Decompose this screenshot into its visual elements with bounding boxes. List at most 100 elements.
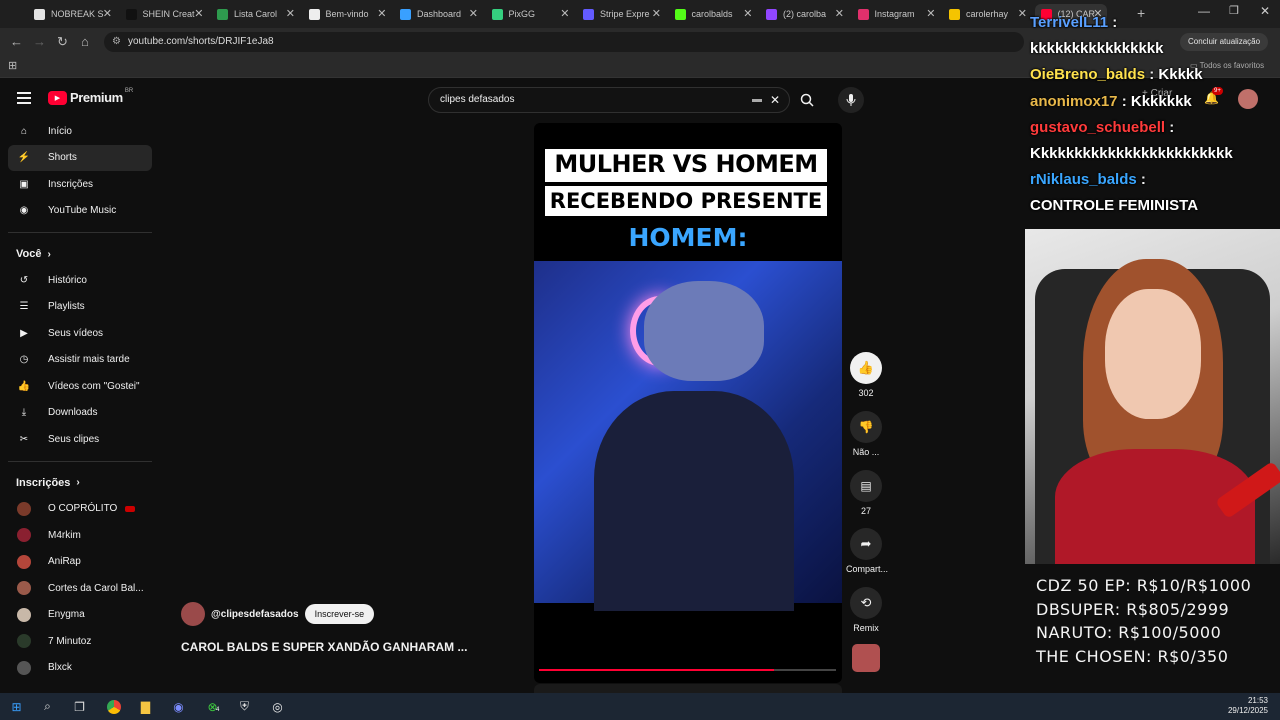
sidebar-item-seus-v-deos[interactable]: ▶ Seus vídeos bbox=[0, 320, 160, 347]
clear-search-icon[interactable]: ✕ bbox=[770, 88, 780, 112]
sidebar-item-v-deos-com-gostei-[interactable]: 👍 Vídeos com "Gostei" bbox=[0, 373, 160, 400]
remix-button[interactable]: ⟲ Remix bbox=[846, 587, 886, 633]
subscription-item[interactable]: AniRap bbox=[0, 549, 160, 576]
subscription-item[interactable]: O COPRÓLITO bbox=[0, 496, 160, 523]
search-input[interactable]: clipes defasados ▬ ✕ bbox=[428, 87, 790, 113]
subscription-item[interactable]: Cortes da Carol Bal... bbox=[0, 575, 160, 602]
channel-handle[interactable]: @clipesdefasados bbox=[211, 609, 299, 620]
browser-tab[interactable]: carolerhay ✕ bbox=[943, 4, 1031, 24]
subscription-item[interactable]: Enygma bbox=[0, 602, 160, 629]
reload-icon[interactable]: ↻ bbox=[57, 34, 68, 50]
close-tab-icon[interactable]: ✕ bbox=[926, 7, 935, 20]
you-section-heading[interactable]: Você › bbox=[0, 241, 160, 267]
url-text: youtube.com/shorts/DRJIF1eJa8 bbox=[128, 36, 274, 47]
task-view-icon[interactable]: ❐ bbox=[71, 698, 88, 715]
sidebar-item-hist-rico[interactable]: ↺ Histórico bbox=[0, 267, 160, 294]
video-progress-bar[interactable] bbox=[539, 669, 836, 671]
like-button[interactable]: 👍 302 bbox=[846, 352, 886, 398]
clips-icon: ✂ bbox=[19, 433, 29, 445]
you-heading-label: Você bbox=[16, 248, 42, 260]
sidebar-item-seus-clipes[interactable]: ✂ Seus clipes bbox=[0, 426, 160, 453]
windows-start-icon[interactable]: ⊞ bbox=[8, 698, 25, 715]
close-tab-icon[interactable]: ✕ bbox=[560, 7, 569, 20]
close-tab-icon[interactable]: ✕ bbox=[377, 7, 386, 20]
defender-icon[interactable]: ⛨ bbox=[236, 698, 253, 715]
close-tab-icon[interactable]: ✕ bbox=[286, 7, 295, 20]
browser-tab[interactable]: SHEIN Creat ✕ bbox=[120, 4, 208, 24]
short-title[interactable]: CAROL BALDS E SUPER XANDÃO GANHARAM ... bbox=[181, 640, 467, 654]
tab-favicon-icon bbox=[34, 8, 45, 20]
tab-favicon-icon bbox=[217, 8, 228, 20]
channel-avatar[interactable] bbox=[181, 602, 205, 626]
person-figure bbox=[644, 281, 764, 381]
webcam-overlay bbox=[1025, 229, 1280, 564]
browser-tab[interactable]: Lista Carol ✕ bbox=[211, 4, 299, 24]
share-button[interactable]: ➦ Compart... bbox=[846, 528, 888, 574]
chat-text: Kkkkkkkkkkkkkkkkkkkkkkkk bbox=[1030, 144, 1233, 162]
sidebar-item-downloads[interactable]: ⤓ Downloads bbox=[0, 400, 160, 427]
browser-tab[interactable]: NOBREAK S ✕ bbox=[28, 4, 116, 24]
keyboard-icon[interactable]: ▬ bbox=[752, 88, 762, 112]
address-bar[interactable]: ⚙ youtube.com/shorts/DRJIF1eJa8 bbox=[104, 32, 1024, 52]
sidebar-item-youtube-music[interactable]: ◉ YouTube Music bbox=[0, 198, 160, 225]
tab-favicon-icon bbox=[857, 8, 869, 20]
forward-icon[interactable]: → bbox=[33, 34, 46, 49]
browser-tab[interactable]: PixGG ✕ bbox=[486, 4, 574, 24]
file-explorer-icon[interactable]: ▇ bbox=[137, 698, 154, 715]
audio-thumbnail[interactable] bbox=[852, 644, 880, 672]
sidebar-item-shorts[interactable]: ⚡ Shorts bbox=[8, 144, 152, 171]
browser-tab[interactable]: Stripe Expre ✕ bbox=[577, 4, 665, 24]
browser-tab[interactable]: (2) carolba ✕ bbox=[760, 4, 848, 24]
channel-avatar bbox=[17, 634, 31, 649]
dislike-button[interactable]: 👎 Não ... bbox=[846, 411, 886, 457]
sidebar-item-assistir-mais-tarde[interactable]: ◷ Assistir mais tarde bbox=[0, 347, 160, 374]
close-tab-icon[interactable]: ✕ bbox=[469, 7, 478, 20]
tab-title: carolerhay bbox=[966, 9, 1009, 19]
search-button[interactable] bbox=[790, 87, 824, 113]
discord-icon[interactable]: ◉ bbox=[170, 698, 187, 715]
apps-icon[interactable]: ⊞ bbox=[8, 59, 17, 72]
subscriptions-section-heading[interactable]: Inscrições › bbox=[0, 470, 160, 496]
taskbar-search-icon[interactable]: ⌕ bbox=[39, 698, 56, 715]
xbox-icon[interactable]: ⊗ 4 bbox=[204, 698, 221, 715]
video-title-line2: RECEBENDO PRESENTE bbox=[545, 186, 827, 216]
subscription-label: M4rkim bbox=[48, 529, 81, 541]
browser-tab[interactable]: Dashboard ✕ bbox=[394, 4, 482, 24]
tab-title: SHEIN Creat bbox=[142, 9, 195, 19]
site-info-icon[interactable]: ⚙ bbox=[112, 32, 121, 52]
back-icon[interactable]: ← bbox=[10, 34, 23, 49]
browser-tab[interactable]: Bem-vindo ✕ bbox=[303, 4, 391, 24]
watch-later-icon: ◷ bbox=[19, 354, 29, 366]
close-tab-icon[interactable]: ✕ bbox=[1018, 7, 1027, 20]
close-tab-icon[interactable]: ✕ bbox=[743, 7, 752, 20]
menu-icon[interactable] bbox=[17, 92, 31, 104]
home-browser-icon[interactable]: ⌂ bbox=[81, 34, 89, 49]
close-tab-icon[interactable]: ✕ bbox=[835, 7, 844, 20]
voice-search-button[interactable] bbox=[838, 87, 864, 113]
chrome-icon[interactable] bbox=[105, 698, 122, 715]
subscription-item[interactable]: 7 Minutoz bbox=[0, 628, 160, 655]
close-tab-icon[interactable]: ✕ bbox=[194, 7, 203, 20]
short-video-player[interactable]: MULHER VS HOMEM RECEBENDO PRESENTE HOMEM… bbox=[534, 123, 842, 683]
sidebar-item-inscri-es[interactable]: ▣ Inscrições bbox=[0, 171, 160, 198]
tab-title: Stripe Expre bbox=[600, 9, 650, 19]
browser-tab[interactable]: Instagram ✕ bbox=[852, 4, 940, 24]
subscription-label: O COPRÓLITO bbox=[48, 503, 118, 515]
logo-text: Premium bbox=[70, 90, 123, 105]
subscribe-button[interactable]: Inscrever-se bbox=[304, 604, 375, 624]
subscription-item[interactable]: Blxck bbox=[0, 655, 160, 682]
close-tab-icon[interactable]: ✕ bbox=[103, 7, 112, 20]
comments-button[interactable]: ▤ 27 bbox=[846, 470, 886, 516]
browser-tab[interactable]: carolbalds ✕ bbox=[669, 4, 757, 24]
sidebar-item-in-cio[interactable]: ⌂ Início bbox=[0, 118, 160, 145]
clock[interactable]: 21:53 29/12/2025 bbox=[1228, 696, 1268, 716]
obs-icon[interactable]: ◎ bbox=[269, 698, 286, 715]
chat-message: rNiklaus_balds : CONTROLE FEMINISTA bbox=[1030, 167, 1280, 219]
youtube-logo[interactable]: ▶ Premium BR bbox=[48, 88, 133, 105]
close-tab-icon[interactable]: ✕ bbox=[652, 7, 661, 20]
subscription-item[interactable]: M4rkim bbox=[0, 522, 160, 549]
comment-icon: ▤ bbox=[850, 470, 882, 502]
sidebar-item-playlists[interactable]: ☰ Playlists bbox=[0, 294, 160, 321]
sidebar-item-label: Playlists bbox=[48, 301, 85, 313]
xbox-badge: 4 bbox=[216, 707, 220, 713]
